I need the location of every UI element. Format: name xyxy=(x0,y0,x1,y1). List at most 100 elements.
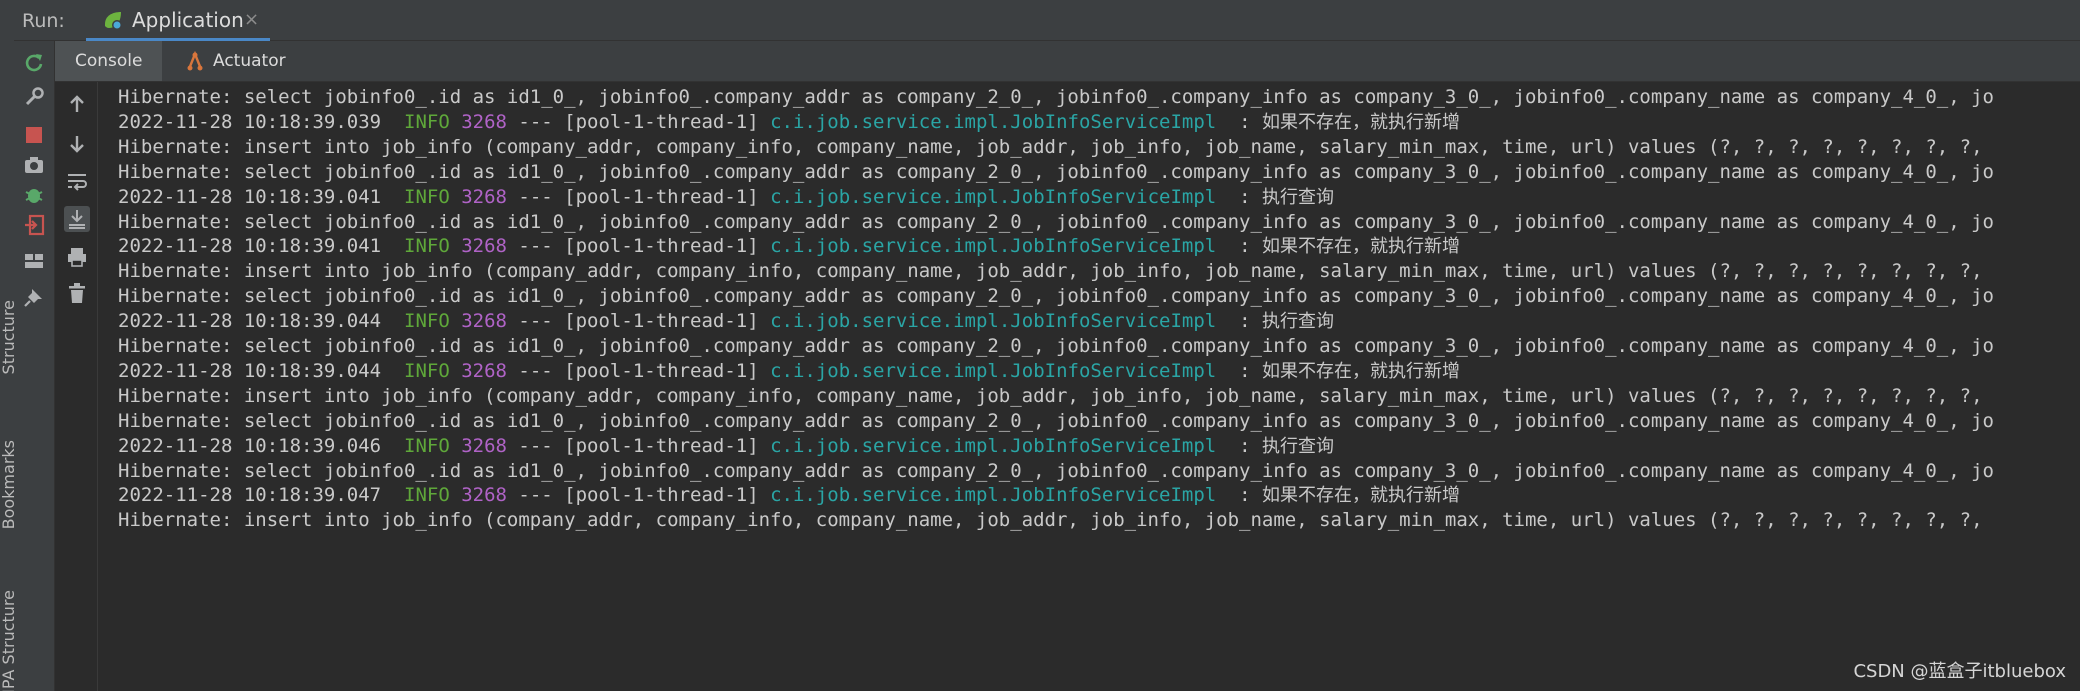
arrow-down-icon[interactable] xyxy=(64,130,90,156)
log-timestamp: 2022-11-28 10:18:39.039 xyxy=(118,110,382,133)
run-actions-toolbar xyxy=(14,41,55,691)
log-timestamp: 2022-11-28 10:18:39.046 xyxy=(118,434,382,457)
console-toolbar xyxy=(55,82,98,691)
arrow-up-icon[interactable] xyxy=(64,92,90,118)
sql-text: Hibernate: insert into job_info (company… xyxy=(118,509,1983,532)
pin-icon[interactable] xyxy=(22,285,46,309)
run-tab-application[interactable]: Application × xyxy=(86,0,270,41)
console-output[interactable]: Hibernate: select jobinfo0_.id as id1_0_… xyxy=(118,82,2080,691)
spring-boot-app-icon xyxy=(105,12,122,30)
sql-text: Hibernate: insert into job_info (company… xyxy=(118,135,1983,158)
log-logger: c.i.job.service.impl.JobInfoServiceImpl xyxy=(770,185,1217,208)
log-level: INFO xyxy=(404,235,450,258)
layout-icon[interactable] xyxy=(22,249,46,273)
log-message: 执行查询 xyxy=(1261,186,1334,208)
log-timestamp: 2022-11-28 10:18:39.041 xyxy=(118,235,382,258)
log-logger: c.i.job.service.impl.JobInfoServiceImpl xyxy=(770,434,1217,457)
log-thread: --- [pool-1-thread-1] xyxy=(506,110,771,133)
log-level: INFO xyxy=(404,359,450,382)
sql-text: Hibernate: select jobinfo0_.id as id1_0_… xyxy=(118,285,1994,308)
log-thread: --- [pool-1-thread-1] xyxy=(506,434,771,457)
log-pid: 3268 xyxy=(461,484,507,507)
console-line-sql: Hibernate: insert into job_info (company… xyxy=(118,504,1983,537)
log-level: INFO xyxy=(404,310,450,333)
sql-text: Hibernate: select jobinfo0_.id as id1_0_… xyxy=(118,160,1994,183)
log-thread: --- [pool-1-thread-1] xyxy=(506,359,771,382)
sql-text: Hibernate: select jobinfo0_.id as id1_0_… xyxy=(118,335,1994,357)
exit-icon[interactable] xyxy=(22,213,46,237)
log-timestamp: 2022-11-28 10:18:39.041 xyxy=(118,185,382,208)
log-separator: : xyxy=(1216,235,1262,258)
run-tab-title: Application xyxy=(132,8,244,32)
log-logger: c.i.job.service.impl.JobInfoServiceImpl xyxy=(770,235,1217,258)
log-message: 如果不存在，就执行新增 xyxy=(1261,485,1460,507)
log-pid: 3268 xyxy=(461,185,507,208)
close-icon[interactable]: × xyxy=(244,9,259,30)
sql-text: Hibernate: select jobinfo0_.id as id1_0_… xyxy=(118,459,1994,482)
soft-wrap-icon[interactable] xyxy=(64,168,90,194)
sql-text: Hibernate: insert into job_info (company… xyxy=(118,260,1983,283)
sql-text: Hibernate: select jobinfo0_.id as id1_0_… xyxy=(118,210,1994,233)
log-thread: --- [pool-1-thread-1] xyxy=(506,484,771,507)
tab-console-label: Console xyxy=(75,51,143,71)
log-pid: 3268 xyxy=(461,434,507,457)
sql-text: Hibernate: insert into job_info (company… xyxy=(118,384,1983,407)
log-level: INFO xyxy=(404,434,450,457)
tab-actuator[interactable]: Actuator xyxy=(173,41,333,81)
log-thread: --- [pool-1-thread-1] xyxy=(506,235,771,258)
log-logger: c.i.job.service.impl.JobInfoServiceImpl xyxy=(770,110,1217,133)
print-icon[interactable] xyxy=(64,244,90,270)
log-separator: : xyxy=(1216,434,1262,457)
side-tab-bookmarks[interactable]: Bookmarks xyxy=(0,440,14,529)
log-separator: : xyxy=(1216,359,1262,382)
log-level: INFO xyxy=(404,185,450,208)
rerun-icon[interactable] xyxy=(22,51,46,75)
log-logger: c.i.job.service.impl.JobInfoServiceImpl xyxy=(770,359,1217,382)
side-tab-jpa-structure[interactable]: JPA Structure xyxy=(0,590,14,691)
run-sub-tabs: Console Actuator xyxy=(55,41,2080,82)
log-message: 执行查询 xyxy=(1261,435,1334,457)
log-pid: 3268 xyxy=(461,235,507,258)
stop-icon[interactable] xyxy=(22,123,46,147)
log-thread: --- [pool-1-thread-1] xyxy=(506,310,771,333)
tool-window-stripe: Structure Bookmarks JPA Structure xyxy=(0,0,15,691)
log-message: 如果不存在，就执行新增 xyxy=(1261,360,1460,382)
log-pid: 3268 xyxy=(461,359,507,382)
log-message: 如果不存在，就执行新增 xyxy=(1261,236,1460,258)
console-scrollbar[interactable] xyxy=(2066,82,2080,691)
debug-icon[interactable] xyxy=(22,183,46,207)
wrench-icon[interactable] xyxy=(22,85,46,109)
run-tool-window-header: Run: Application × xyxy=(14,0,2080,41)
side-tab-structure[interactable]: Structure xyxy=(0,300,14,374)
log-logger: c.i.job.service.impl.JobInfoServiceImpl xyxy=(770,310,1217,333)
scroll-to-end-icon[interactable] xyxy=(64,206,90,232)
tab-console[interactable]: Console xyxy=(55,41,162,81)
actuator-icon xyxy=(187,51,203,71)
trash-icon[interactable] xyxy=(64,280,90,306)
log-pid: 3268 xyxy=(461,310,507,333)
log-separator: : xyxy=(1216,310,1262,333)
camera-icon[interactable] xyxy=(22,153,46,177)
log-logger: c.i.job.service.impl.JobInfoServiceImpl xyxy=(770,484,1217,507)
log-timestamp: 2022-11-28 10:18:39.044 xyxy=(118,359,382,382)
log-separator: : xyxy=(1216,185,1262,208)
log-message: 如果不存在，就执行新增 xyxy=(1261,111,1460,133)
log-message: 执行查询 xyxy=(1261,311,1334,333)
log-timestamp: 2022-11-28 10:18:39.044 xyxy=(118,310,382,333)
log-separator: : xyxy=(1216,110,1262,133)
tab-actuator-label: Actuator xyxy=(213,51,286,71)
